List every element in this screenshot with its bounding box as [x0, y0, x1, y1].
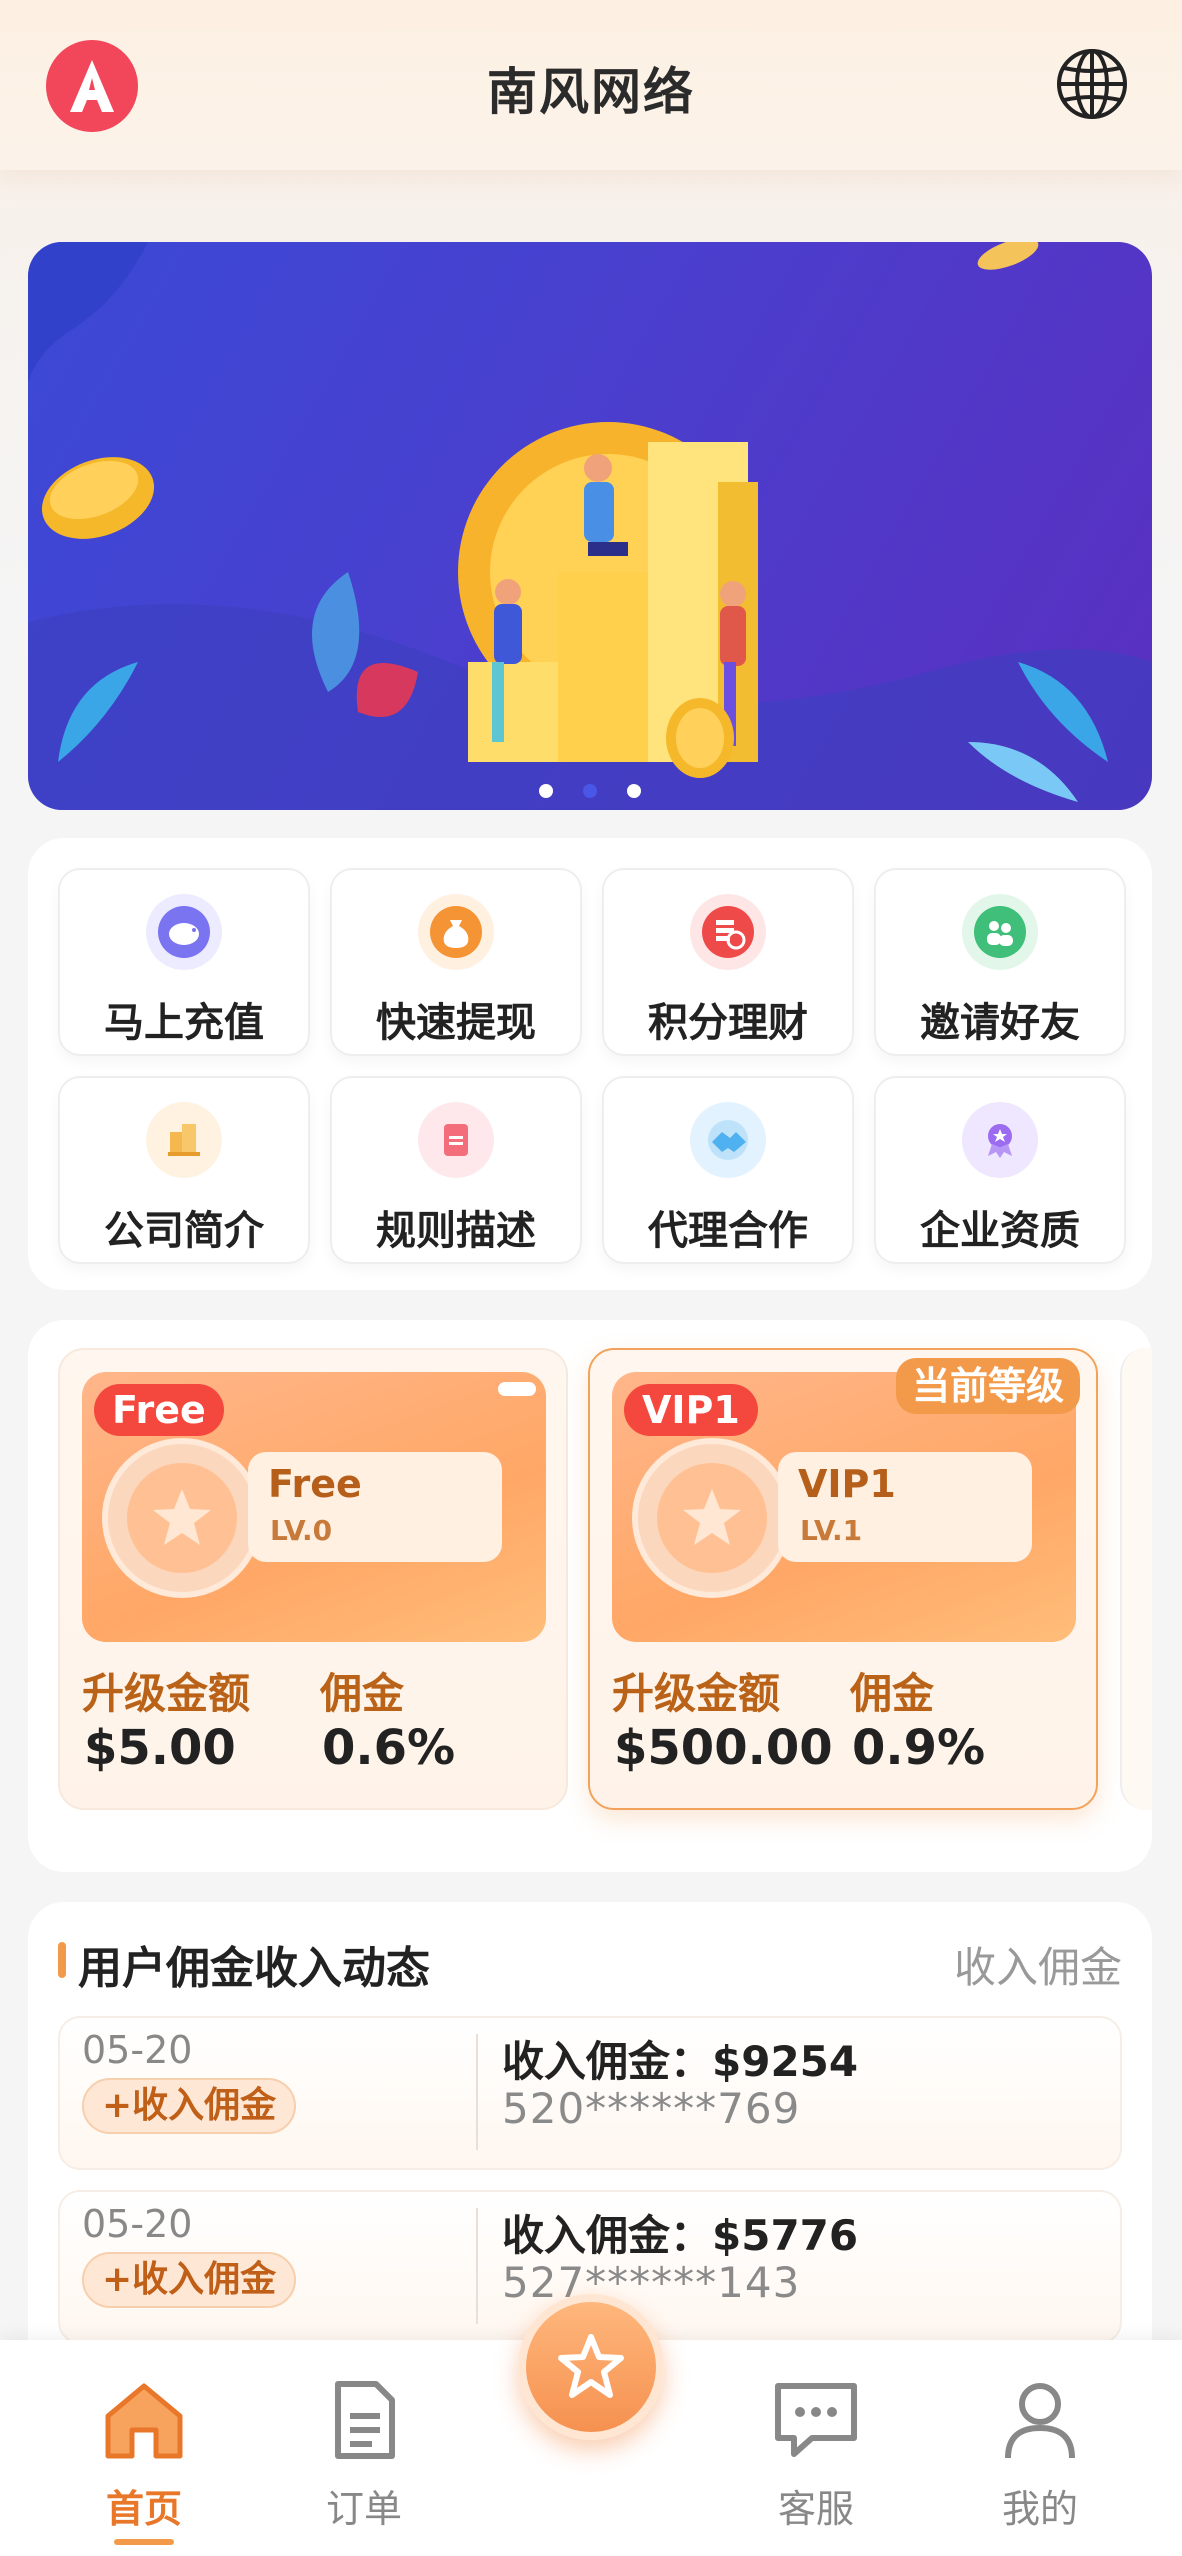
feed-row: 05-20 +收入佣金 收入佣金：$9254 520******769: [58, 2016, 1122, 2170]
star-icon: [558, 2334, 624, 2398]
piggy-bank-icon: [146, 894, 222, 970]
menu-label: 公司简介: [104, 1208, 264, 1254]
menu-agency[interactable]: 代理合作: [602, 1076, 854, 1264]
row-tag: +收入佣金: [82, 2078, 297, 2134]
award-icon: [962, 1102, 1038, 1178]
banner-dot[interactable]: [627, 784, 641, 798]
menu-rules[interactable]: 规则描述: [330, 1076, 582, 1264]
nav-label: 客服: [777, 2487, 854, 2531]
menu-label: 企业资质: [920, 1208, 1080, 1254]
commission-value: 0.9%: [852, 1720, 986, 1776]
menu-label: 规则描述: [376, 1208, 536, 1254]
upgrade-amount-value: $500.00: [614, 1720, 833, 1776]
row-amount: 收入佣金：$5776: [502, 2211, 859, 2260]
level-number: LV.0: [270, 1514, 333, 1547]
upgrade-amount-label: 升级金额: [612, 1669, 781, 1718]
nav-label: 我的: [1001, 2487, 1078, 2531]
app-header: 南风网络: [0, 0, 1182, 170]
menu-withdraw[interactable]: 快速提现: [330, 868, 582, 1056]
menu-label: 积分理财: [648, 1000, 808, 1046]
banner-dot-active[interactable]: [583, 784, 597, 798]
menu-label: 代理合作: [648, 1208, 808, 1254]
feed-title: 用户佣金收入动态: [78, 1943, 430, 1994]
menu-label: 马上充值: [104, 1000, 264, 1046]
menu-recharge[interactable]: 马上充值: [58, 868, 310, 1056]
menu-invite[interactable]: 邀请好友: [874, 868, 1126, 1056]
friends-icon: [962, 894, 1038, 970]
active-indicator: [114, 2539, 174, 2545]
feed-more-link[interactable]: 收入佣金: [954, 1934, 1122, 1995]
profile-icon: [992, 2372, 1088, 2468]
level-card-vip1[interactable]: 当前等级 VIP1 VIP1 LV.1 升级金额 佣金 $500.00 0.9%: [588, 1348, 1098, 1810]
star-medal-icon: [102, 1438, 262, 1598]
banner-dot[interactable]: [539, 784, 553, 798]
menu-label: 邀请好友: [920, 1000, 1080, 1046]
level-info: VIP1 LV.1: [778, 1452, 1032, 1562]
home-icon: [96, 2372, 192, 2468]
row-user-id: 520******769: [502, 2084, 801, 2133]
row-date: 05-20: [82, 2028, 193, 2072]
center-star-button[interactable]: [518, 2294, 664, 2440]
current-level-tag: 当前等级: [895, 1358, 1080, 1414]
level-banner: Free Free LV.0: [82, 1372, 546, 1642]
level-toggle: [498, 1382, 536, 1396]
star-medal-icon: [632, 1438, 792, 1598]
order-document-icon: [316, 2372, 412, 2468]
level-name: VIP1: [798, 1462, 896, 1506]
level-name: Free: [268, 1462, 362, 1506]
vip-level-section: Free Free LV.0 升级金额 佣金 $5.00 0.6% 当前等级 V…: [28, 1320, 1152, 1872]
nav-home[interactable]: 首页: [74, 2372, 214, 2545]
row-divider: [476, 2208, 478, 2324]
upgrade-amount-label: 升级金额: [82, 1669, 251, 1718]
row-amount: 收入佣金：$9254: [502, 2037, 859, 2086]
coins-icon: [690, 894, 766, 970]
row-divider: [476, 2034, 478, 2150]
level-card-free[interactable]: Free Free LV.0 升级金额 佣金 $5.00 0.6%: [58, 1348, 568, 1810]
row-tag: +收入佣金: [82, 2252, 297, 2308]
level-number: LV.1: [800, 1514, 863, 1547]
quick-menu: 马上充值 快速提现 积分理财 邀请好友 公司简介 规则描述 代理合作 企业资质: [28, 838, 1152, 1290]
chat-bubble-icon: [768, 2372, 864, 2468]
app-title: 南风网络: [487, 63, 695, 121]
nav-support[interactable]: 客服: [746, 2372, 886, 2533]
rulebook-icon: [418, 1102, 494, 1178]
handshake-icon: [690, 1102, 766, 1178]
promo-banner[interactable]: [28, 242, 1152, 810]
nav-label: 首页: [105, 2487, 182, 2531]
nav-orders[interactable]: 订单: [294, 2372, 434, 2533]
nav-label: 订单: [325, 2487, 402, 2531]
level-info: Free LV.0: [248, 1452, 502, 1562]
level-badge: VIP1: [624, 1384, 758, 1436]
menu-company-intro[interactable]: 公司简介: [58, 1076, 310, 1264]
commission-value: 0.6%: [322, 1720, 456, 1776]
menu-qualification[interactable]: 企业资质: [874, 1076, 1126, 1264]
nav-profile[interactable]: 我的: [970, 2372, 1110, 2533]
section-accent-bar: [58, 1942, 66, 1978]
level-badge: Free: [94, 1384, 224, 1436]
banner-illustration: [28, 242, 1152, 810]
building-icon: [146, 1102, 222, 1178]
upgrade-amount-value: $5.00: [84, 1720, 236, 1776]
banner-pagination: [28, 784, 1152, 798]
commission-label: 佣金: [320, 1669, 405, 1718]
row-user-id: 527******143: [502, 2258, 801, 2307]
menu-label: 快速提现: [376, 1000, 536, 1046]
commission-label: 佣金: [850, 1669, 935, 1718]
level-card-next-peek[interactable]: [1120, 1348, 1152, 1810]
money-bag-icon: [418, 894, 494, 970]
globe-icon[interactable]: [1054, 46, 1130, 122]
menu-points-finance[interactable]: 积分理财: [602, 868, 854, 1056]
row-date: 05-20: [82, 2202, 193, 2246]
